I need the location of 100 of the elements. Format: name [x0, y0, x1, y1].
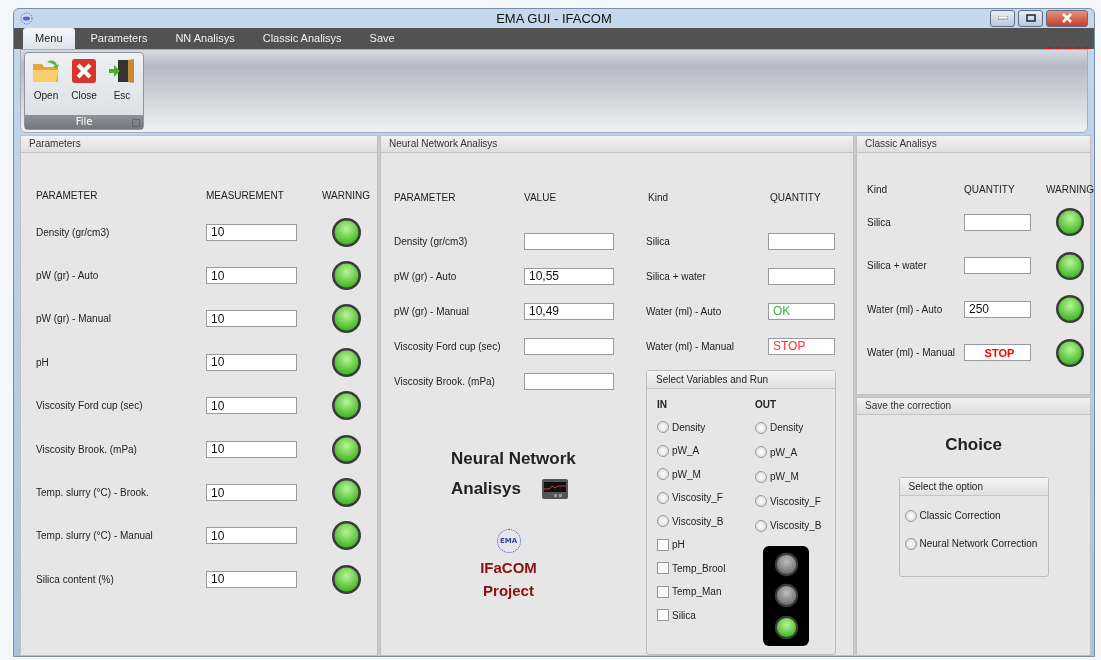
input-field[interactable]: 10,49 — [524, 302, 614, 320]
menu-tab[interactable]: Parameters — [78, 27, 160, 49]
close-icon — [1061, 13, 1073, 24]
column-header: Kind — [867, 184, 887, 195]
panel-title: Neural Network Analisys — [381, 135, 853, 153]
column-header: VALUE — [524, 192, 557, 203]
checkbox[interactable] — [657, 609, 669, 622]
radio-button[interactable] — [904, 509, 917, 522]
parameter-label: Temp. slurry (°C) - Brook. — [36, 487, 149, 499]
input-field[interactable]: STOP — [768, 337, 835, 355]
parameter-label: Viscosity Brook. (mPa) — [36, 443, 137, 455]
input-field[interactable] — [768, 232, 835, 250]
ribbon-button[interactable]: Close — [66, 55, 102, 115]
input-field[interactable]: 10 — [206, 397, 297, 415]
panel-title: Save the correction — [857, 397, 1090, 415]
radio-button[interactable] — [755, 446, 767, 459]
group-title: Select Variables and Run — [656, 373, 769, 385]
radio-option[interactable]: Classic Correction — [904, 501, 1048, 530]
ribbon-button[interactable]: Open — [28, 55, 64, 115]
kind-label: Silica + water — [867, 260, 927, 272]
kind-label: Water (ml) - Manual — [646, 340, 734, 352]
radio-button[interactable] — [755, 495, 767, 508]
radio-option[interactable]: Viscosity_B — [657, 509, 755, 533]
menu-tab[interactable]: Save — [357, 27, 407, 49]
input-field[interactable]: STOP — [964, 344, 1031, 362]
close-icon — [71, 57, 97, 84]
minimize-button[interactable] — [990, 9, 1015, 27]
radio-button[interactable] — [755, 519, 767, 532]
kind-label: Water (ml) - Auto — [867, 303, 943, 315]
radio-button[interactable] — [657, 515, 669, 528]
kind-label: Silica — [867, 216, 891, 228]
ribbon-button[interactable]: Esc — [104, 55, 140, 115]
radio-option[interactable]: pW_M — [755, 464, 835, 489]
column-header: MEASUREMENT — [206, 190, 284, 201]
radio-button[interactable] — [657, 444, 669, 457]
maximize-button[interactable] — [1018, 9, 1043, 27]
input-field[interactable] — [964, 257, 1031, 275]
parameter-label: Viscosity Ford cup (sec) — [36, 400, 143, 412]
menu-tab[interactable]: Menu — [23, 27, 75, 49]
dialog-launcher-icon[interactable] — [132, 118, 140, 127]
column-header: WARNING — [1046, 184, 1094, 195]
input-field[interactable]: 10 — [206, 223, 297, 241]
checkbox-option[interactable]: Silica — [657, 603, 755, 627]
group-title: Select the option — [908, 480, 983, 492]
radio-button[interactable] — [755, 470, 767, 483]
parameter-label: Silica content (%) — [36, 573, 114, 585]
radio-button[interactable] — [904, 537, 917, 550]
app-logo-icon — [20, 11, 33, 25]
input-field[interactable]: 10 — [206, 310, 297, 328]
input-field[interactable] — [524, 337, 614, 355]
radio-option[interactable]: pW_A — [657, 439, 755, 463]
radio-option[interactable]: Density — [755, 415, 835, 440]
parameter-label: Density (gr/cm3) — [36, 226, 110, 238]
radio-option[interactable]: Viscosity_B — [755, 513, 835, 538]
radio-button[interactable] — [657, 421, 669, 434]
checkbox[interactable] — [657, 538, 669, 551]
input-field[interactable]: 10 — [206, 353, 297, 371]
input-field[interactable] — [964, 213, 1031, 231]
radio-option[interactable]: Viscosity_F — [755, 489, 835, 514]
monitor-chart-icon — [540, 476, 569, 501]
input-field[interactable]: 10,55 — [524, 267, 614, 285]
input-field[interactable]: 10 — [206, 527, 297, 545]
input-field[interactable]: 250 — [964, 300, 1031, 318]
parameter-label: Viscosity Ford cup (sec) — [394, 340, 501, 352]
radio-option[interactable]: pW_A — [755, 440, 835, 465]
radio-option[interactable]: Neural Network Correction — [904, 529, 1048, 558]
radio-option[interactable]: Viscosity_F — [657, 486, 755, 510]
minimize-icon — [997, 16, 1008, 21]
input-field[interactable]: 10 — [206, 484, 297, 502]
radio-option[interactable]: pW_M — [657, 462, 755, 486]
column-header: QUANTITY — [770, 192, 821, 203]
column-header: Kind — [648, 192, 668, 203]
checkbox[interactable] — [657, 562, 669, 575]
input-field[interactable] — [768, 267, 835, 285]
parameter-label: Temp. slurry (°C) - Manual — [36, 530, 153, 542]
checkbox[interactable] — [657, 585, 669, 598]
parameter-label: pH — [36, 356, 49, 368]
input-field[interactable]: 10 — [206, 440, 297, 458]
column-header: PARAMETER — [394, 192, 456, 203]
section-heading: Choice — [945, 434, 1002, 455]
panel-title: Parameters — [21, 135, 377, 153]
radio-button[interactable] — [755, 421, 767, 434]
checkbox-option[interactable]: Temp_Brool — [657, 556, 755, 580]
input-field[interactable] — [524, 232, 614, 250]
menu-tab[interactable]: NN Analisys — [163, 27, 247, 49]
radio-button[interactable] — [657, 468, 669, 481]
input-field[interactable]: 10 — [206, 267, 297, 285]
door-exit-icon — [108, 57, 136, 84]
maximize-icon — [1025, 14, 1036, 23]
input-field[interactable]: 10 — [206, 570, 297, 588]
kind-label: Water (ml) - Auto — [646, 305, 722, 317]
kind-label: Silica + water — [646, 270, 706, 282]
menu-tab[interactable]: Classic Analisys — [250, 27, 354, 49]
checkbox-option[interactable]: pH — [657, 533, 755, 557]
input-field[interactable] — [524, 372, 614, 390]
close-button[interactable] — [1046, 9, 1088, 27]
checkbox-option[interactable]: Temp_Man — [657, 580, 755, 604]
radio-button[interactable] — [657, 491, 669, 504]
column-header: QUANTITY — [964, 184, 1015, 195]
radio-option[interactable]: Density — [657, 415, 755, 439]
